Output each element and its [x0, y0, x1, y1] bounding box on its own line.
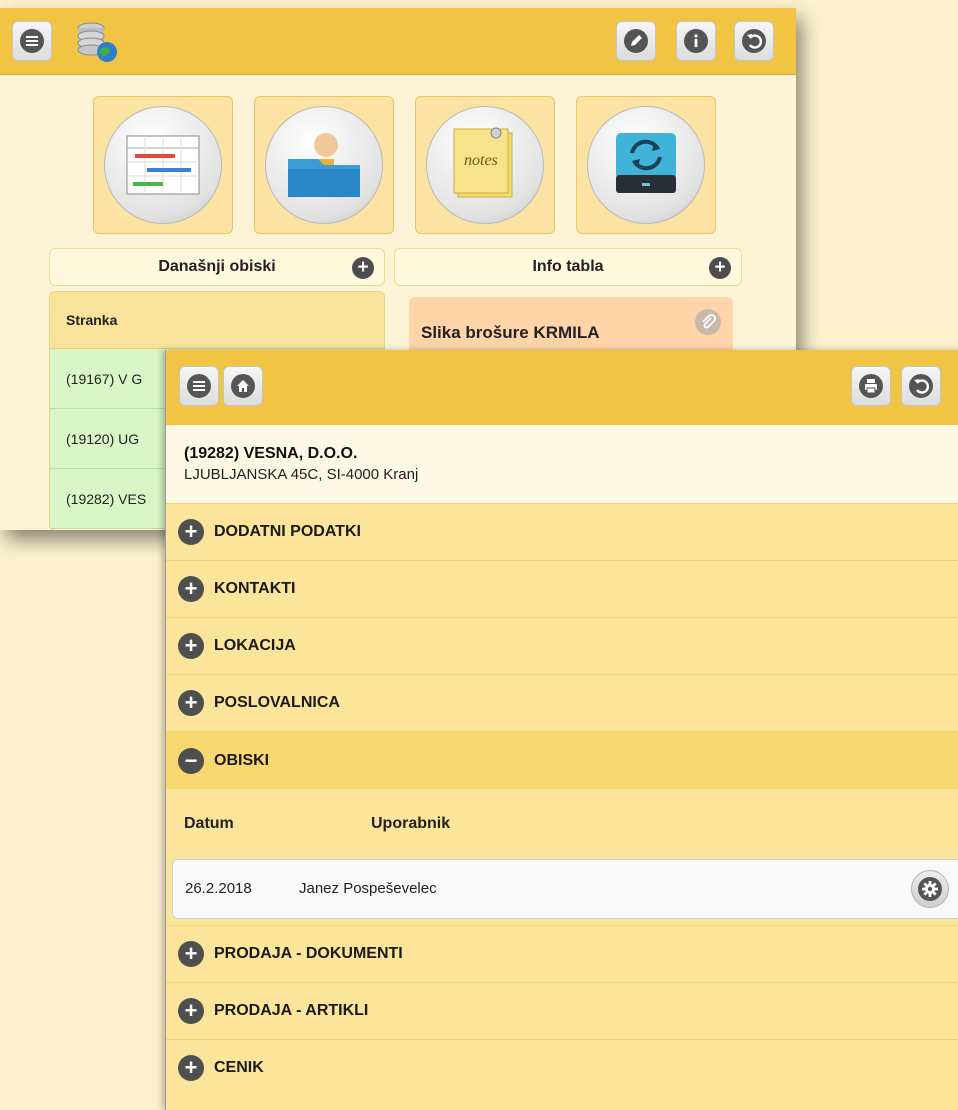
section-poslovalnica[interactable]: + POSLOVALNICA — [166, 674, 958, 730]
home-icon — [231, 374, 255, 398]
visits-table-header: Datum Uporabnik — [166, 789, 958, 859]
section-label: OBISKI — [214, 751, 270, 769]
plus-icon: + — [178, 575, 204, 602]
section-dodatni-podatki[interactable]: + DODATNI PODATKI — [166, 503, 958, 559]
dashboard-toolbar — [0, 8, 796, 75]
add-visit-plus-icon[interactable]: + — [352, 257, 374, 279]
home-button[interactable] — [223, 366, 263, 406]
paperclip-icon[interactable] — [695, 309, 721, 335]
column-header-user: Uporabnik — [371, 815, 451, 832]
calendar-chart-icon — [126, 135, 200, 195]
section-label: PRODAJA - ARTIKLI — [214, 1001, 369, 1019]
edit-button[interactable] — [616, 21, 656, 61]
table-header-customer: Stranka — [50, 292, 384, 349]
section-obiski[interactable]: − OBISKI — [166, 731, 958, 789]
sync-drive-icon — [616, 133, 676, 193]
menu-icon — [20, 29, 44, 53]
pencil-icon — [624, 29, 648, 53]
visit-date: 26.2.2018 — [185, 880, 252, 897]
section-lokacija[interactable]: + LOKACIJA — [166, 617, 958, 673]
customer-detail-window: (19282) VESNA, D.O.O. LJUBLJANSKA 45C, S… — [165, 350, 958, 1110]
visit-user: Janez Pospeševelec — [299, 880, 437, 897]
customer-tile[interactable] — [254, 96, 394, 234]
print-icon — [859, 374, 883, 398]
gear-icon — [918, 877, 942, 901]
minus-icon: − — [178, 747, 204, 774]
section-prodaja-dokumenti[interactable]: + PRODAJA - DOKUMENTI — [166, 925, 958, 981]
section-cenik[interactable]: + CENIK — [166, 1039, 958, 1095]
plus-icon: + — [178, 632, 204, 659]
section-prodaja-artikli[interactable]: + PRODAJA - ARTIKLI — [166, 982, 958, 1038]
notes-tile[interactable]: notes — [415, 96, 555, 234]
plus-icon: + — [178, 1054, 204, 1081]
todays-visits-title: Današnji obiski — [158, 258, 276, 275]
customer-info: (19282) VESNA, D.O.O. LJUBLJANSKA 45C, S… — [166, 425, 958, 503]
database-globe-icon — [74, 22, 118, 62]
note-title: Slika brošure KRMILA — [421, 323, 600, 342]
person-folder-icon — [288, 133, 360, 197]
section-kontakti[interactable]: + KONTAKTI — [166, 560, 958, 616]
plus-icon: + — [178, 689, 204, 716]
section-label: KONTAKTI — [214, 579, 296, 597]
info-board-header: Info tabla + — [394, 248, 742, 286]
column-header-date: Datum — [184, 815, 234, 832]
section-label: PRODAJA - DOKUMENTI — [214, 944, 403, 962]
menu-button[interactable] — [179, 366, 219, 406]
notes-icon: notes — [453, 127, 513, 198]
section-label: CENIK — [214, 1058, 264, 1076]
undo-icon — [742, 29, 766, 53]
visit-settings-button[interactable] — [911, 870, 949, 908]
customer-toolbar — [166, 350, 958, 426]
add-info-plus-icon[interactable]: + — [709, 257, 731, 279]
sync-tile[interactable] — [576, 96, 716, 234]
section-label: POSLOVALNICA — [214, 693, 340, 711]
back-button[interactable] — [901, 366, 941, 406]
info-button[interactable] — [676, 21, 716, 61]
menu-button[interactable] — [12, 21, 52, 61]
table-row[interactable]: 26.2.2018 Janez Pospeševelec — [172, 859, 958, 919]
customer-name: (19282) VESNA, D.O.O. — [184, 445, 358, 462]
section-label: LOKACIJA — [214, 636, 296, 654]
todays-visits-header: Današnji obiski + — [49, 248, 385, 286]
svg-text:notes: notes — [464, 152, 498, 169]
undo-icon — [909, 374, 933, 398]
info-board-title: Info tabla — [532, 258, 604, 275]
info-icon — [684, 29, 708, 53]
back-button[interactable] — [734, 21, 774, 61]
calendar-tile[interactable] — [93, 96, 233, 234]
menu-icon — [187, 374, 211, 398]
plus-icon: + — [178, 518, 204, 545]
print-button[interactable] — [851, 366, 891, 406]
plus-icon: + — [178, 940, 204, 967]
customer-address: LJUBLJANSKA 45C, SI-4000 Kranj — [184, 466, 419, 483]
plus-icon: + — [178, 997, 204, 1024]
section-label: DODATNI PODATKI — [214, 522, 361, 540]
